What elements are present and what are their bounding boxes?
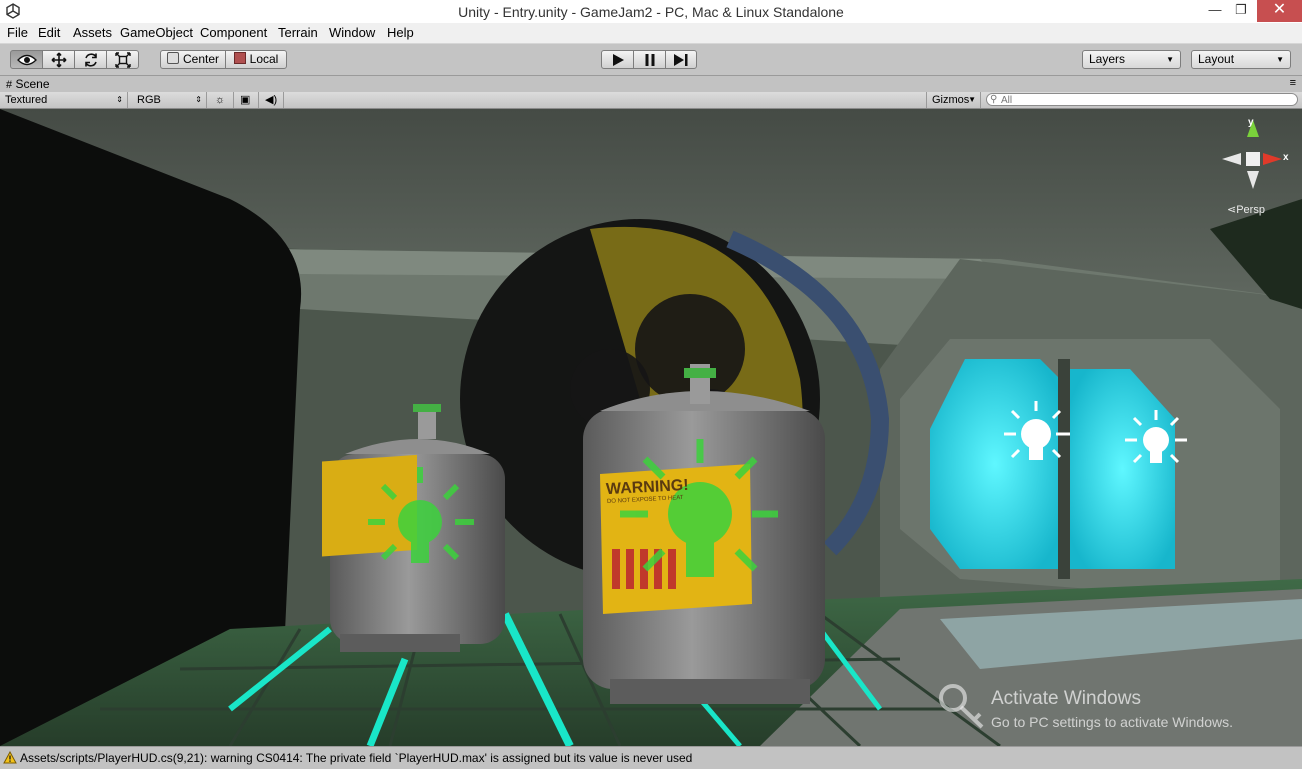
console-warning-message: Assets/scripts/PlayerHUD.cs(9,21): warni…: [20, 751, 693, 765]
speaker-icon: ◀): [265, 94, 278, 106]
step-button[interactable]: [665, 50, 697, 69]
rotate-tool-button[interactable]: [74, 50, 107, 69]
dropdown-arrow-icon: ▼: [968, 95, 976, 104]
render-mode-label: Textured: [5, 94, 48, 106]
axis-x-label: x: [1283, 152, 1289, 163]
menu-window[interactable]: Window: [329, 25, 375, 40]
menu-gameobject[interactable]: GameObject: [120, 25, 193, 40]
updown-arrow-icon: ⇕: [116, 95, 123, 104]
activate-windows-subtitle: Go to PC settings to activate Windows.: [991, 714, 1233, 730]
menu-assets[interactable]: Assets: [73, 25, 112, 40]
scene-tab-label: Scene: [15, 77, 50, 91]
dropdown-arrow-icon: ▼: [1166, 55, 1174, 64]
pivot-icon: [166, 52, 179, 64]
layers-dropdown[interactable]: Layers ▼: [1082, 50, 1181, 69]
pivot-center-button[interactable]: Center: [160, 50, 226, 69]
projection-icon: ⋖: [1227, 204, 1237, 216]
search-placeholder: All: [1001, 95, 1013, 106]
layout-label: Layout: [1198, 52, 1235, 66]
sun-icon: ☼: [215, 94, 226, 106]
warning-icon: [3, 751, 17, 764]
scale-icon: [114, 52, 131, 68]
color-mode-dropdown[interactable]: RGB ⇕: [132, 92, 207, 108]
local-label: Local: [249, 52, 279, 66]
window-title: Unity - Entry.unity - GameJam2 - PC, Mac…: [458, 4, 844, 20]
scene-viewport[interactable]: WARNING! DO NOT EXPOSE TO HEAT y x ⋖Pers…: [0, 109, 1302, 746]
play-button[interactable]: [601, 50, 634, 69]
layers-label: Layers: [1089, 52, 1126, 66]
restore-button[interactable]: ❐: [1226, 0, 1256, 22]
scene-overlay-toggle[interactable]: ▣: [235, 92, 259, 108]
search-icon: ⚲: [990, 94, 998, 105]
pause-icon: [645, 54, 654, 66]
render-mode-dropdown[interactable]: Textured ⇕: [0, 92, 128, 108]
scene-tab[interactable]: # Scene: [6, 77, 50, 91]
scene-search-input[interactable]: ⚲ All: [986, 93, 1298, 106]
scene-audio-toggle[interactable]: ◀): [260, 92, 284, 108]
menu-component[interactable]: Component: [200, 25, 267, 40]
pause-button[interactable]: [633, 50, 666, 69]
layout-dropdown[interactable]: Layout ▼: [1191, 50, 1291, 69]
gizmos-label: Gizmos: [932, 94, 970, 106]
scene-tab-row: # Scene ≡: [0, 76, 1302, 92]
menu-terrain[interactable]: Terrain: [278, 25, 318, 40]
menu-file[interactable]: File: [7, 25, 28, 40]
status-bar[interactable]: Assets/scripts/PlayerHUD.cs(9,21): warni…: [0, 746, 1302, 769]
scale-tool-button[interactable]: [106, 50, 139, 69]
menu-help[interactable]: Help: [387, 25, 414, 40]
main-toolbar: Center Local Layers ▼ Layout ▼: [0, 44, 1302, 76]
dropdown-arrow-icon: ▼: [1276, 55, 1284, 64]
color-mode-label: RGB: [137, 94, 161, 106]
title-bar: Unity - Entry.unity - GameJam2 - PC, Mac…: [0, 0, 1302, 23]
panel-menu-icon[interactable]: ≡: [1290, 77, 1296, 89]
scene-render: [0, 109, 1302, 746]
local-cube-icon: [233, 52, 246, 64]
step-icon: [674, 54, 688, 66]
menu-edit[interactable]: Edit: [38, 25, 60, 40]
activate-windows-title: Activate Windows: [991, 688, 1141, 709]
view-tool-button[interactable]: [10, 50, 43, 69]
projection-text: Persp: [1236, 204, 1265, 216]
axis-y-label: y: [1248, 117, 1254, 128]
updown-arrow-icon: ⇕: [195, 95, 202, 104]
image-icon: ▣: [240, 94, 251, 106]
pivot-local-button[interactable]: Local: [225, 50, 287, 69]
move-arrows-icon: [51, 52, 66, 68]
gizmos-dropdown[interactable]: Gizmos ▼: [926, 92, 981, 108]
rotate-icon: [84, 53, 97, 67]
scene-view-toolbar: Textured ⇕ RGB ⇕ ☼ ▣ ◀) Gizmos ▼ ⚲ All: [0, 92, 1302, 109]
play-icon: [612, 54, 624, 66]
move-tool-button[interactable]: [42, 50, 75, 69]
grid-icon: #: [6, 79, 13, 91]
scene-lighting-toggle[interactable]: ☼: [210, 92, 234, 108]
pivot-label: Center: [182, 52, 220, 66]
menu-bar: File Edit Assets GameObject Component Te…: [0, 23, 1302, 44]
eye-icon: [16, 54, 37, 66]
projection-label[interactable]: ⋖Persp: [1227, 203, 1265, 216]
close-button[interactable]: ✕: [1257, 0, 1302, 22]
